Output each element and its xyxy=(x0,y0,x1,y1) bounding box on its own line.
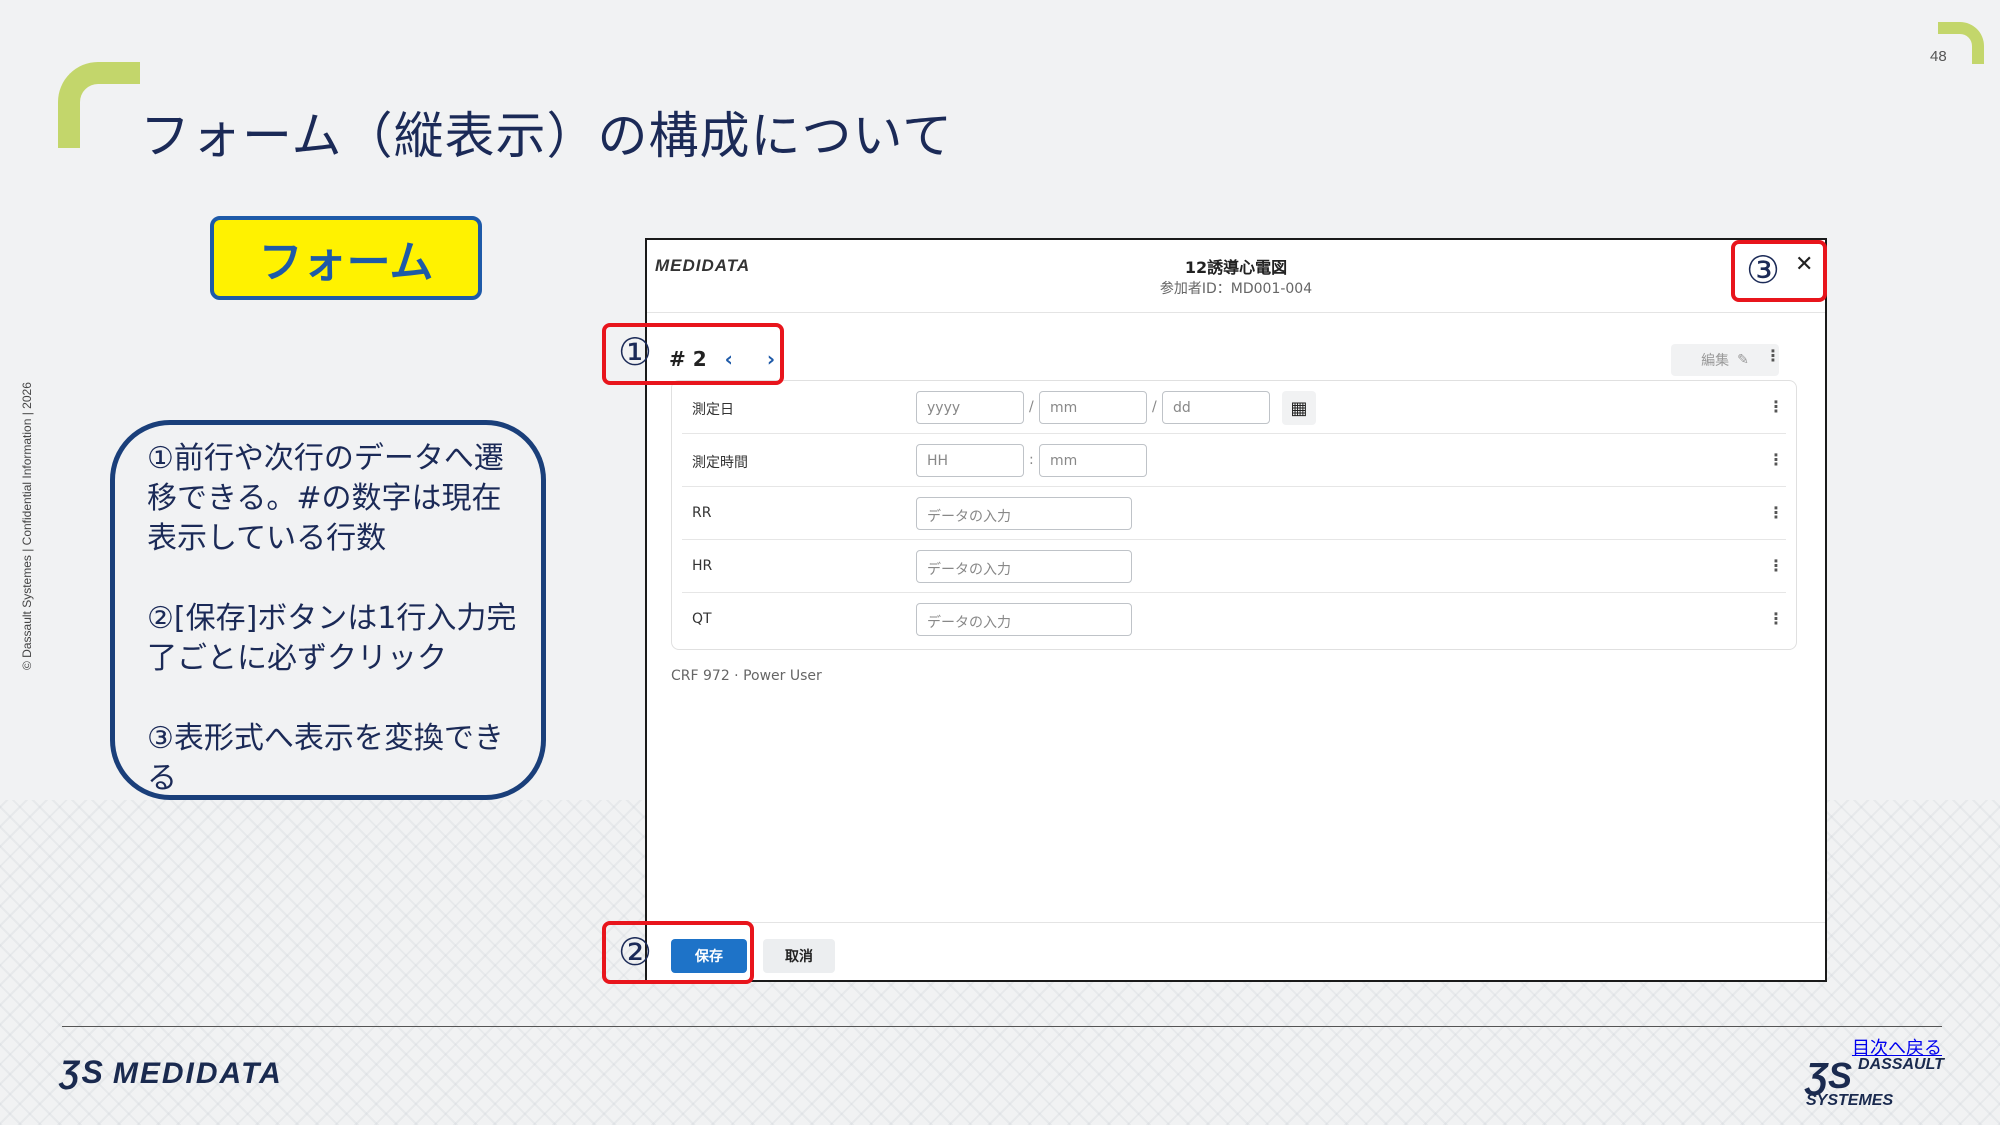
row-options-icon[interactable]: ⋮ xyxy=(1768,450,1784,469)
dialog-header: MEDIDATA 12誘導心電図 参加者ID：MD001-004 ✕ xyxy=(647,240,1825,313)
form-label-box: フォーム xyxy=(210,216,482,300)
footer-divider xyxy=(62,1026,1942,1027)
pencil-icon: ✎ xyxy=(1737,352,1749,368)
cancel-button[interactable]: 取消 xyxy=(763,939,835,973)
edit-label: 編集 xyxy=(1701,353,1730,369)
dialog-footer: 保存 取消 xyxy=(647,922,1825,983)
date-separator: / xyxy=(1152,399,1157,415)
page-number: 48 xyxy=(1930,48,1947,65)
field-row-qt: QT データの入力 ⋮ xyxy=(682,593,1786,646)
rr-input[interactable]: データの入力 xyxy=(916,497,1132,530)
more-options-icon[interactable]: ⋮ xyxy=(1765,346,1781,365)
qt-input[interactable]: データの入力 xyxy=(916,603,1132,636)
day-input[interactable]: dd xyxy=(1162,391,1270,424)
dassault-line1: DASSAULT xyxy=(1858,1056,1944,1073)
edit-button[interactable]: 編集 ✎ xyxy=(1671,344,1779,376)
ds-logo-icon: ƷS xyxy=(60,1054,105,1090)
field-row-date: 測定日 yyyy / mm / dd ▦ ⋮ xyxy=(682,381,1786,434)
time-separator: : xyxy=(1029,452,1034,468)
medidata-footer-logo: ƷS MEDIDATA xyxy=(60,1054,283,1091)
dassault-line2: SYSTEMES xyxy=(1806,1092,1894,1109)
minute-input[interactable]: mm xyxy=(1039,444,1147,477)
field-label: 測定時間 xyxy=(692,455,748,471)
corner-decoration-left xyxy=(58,62,140,148)
hr-input[interactable]: データの入力 xyxy=(916,550,1132,583)
field-label: RR xyxy=(692,505,712,521)
dassault-logo: ƷS DASSAULT SYSTEMES xyxy=(1806,1055,1944,1109)
callout-item-1: ①前行や次行のデータへ遷移できる。#の数字は現在表示している行数 xyxy=(147,441,504,556)
field-label: HR xyxy=(692,558,713,574)
copyright-notice: © Dassault Systemes | Confidential Infor… xyxy=(20,382,34,670)
row-options-icon[interactable]: ⋮ xyxy=(1768,397,1784,416)
calendar-icon[interactable]: ▦ xyxy=(1282,391,1316,425)
marker-1: ① xyxy=(618,330,653,374)
field-row-time: 測定時間 HH : mm ⋮ xyxy=(682,434,1786,487)
field-list: 測定日 yyyy / mm / dd ▦ ⋮ 測定時間 HH : mm ⋮ RR… xyxy=(671,380,1797,650)
row-options-icon[interactable]: ⋮ xyxy=(1768,503,1784,522)
explanation-callout: ①前行や次行のデータへ遷移できる。#の数字は現在表示している行数 ②[保存]ボタ… xyxy=(110,420,546,800)
ds-logo-icon: ƷS xyxy=(1806,1055,1853,1096)
field-row-rr: RR データの入力 ⋮ xyxy=(682,487,1786,540)
dialog-title: 12誘導心電図 xyxy=(1184,258,1288,277)
field-row-hr: HR データの入力 ⋮ xyxy=(682,540,1786,593)
medidata-wordmark: MEDIDATA xyxy=(112,1057,283,1090)
month-input[interactable]: mm xyxy=(1039,391,1147,424)
row-options-icon[interactable]: ⋮ xyxy=(1768,609,1784,628)
date-separator: / xyxy=(1029,399,1034,415)
year-input[interactable]: yyyy xyxy=(916,391,1024,424)
form-dialog: MEDIDATA 12誘導心電図 参加者ID：MD001-004 ✕ # 2 ‹… xyxy=(645,238,1827,982)
crf-info: CRF 972 · Power User xyxy=(671,668,822,684)
row-options-icon[interactable]: ⋮ xyxy=(1768,556,1784,575)
callout-item-3: ③表形式へ表示を変換できる xyxy=(147,721,504,796)
marker-2: ② xyxy=(618,930,653,974)
field-label: QT xyxy=(692,611,712,627)
hour-input[interactable]: HH xyxy=(916,444,1024,477)
slide-title: フォーム（縦表示）の構成について xyxy=(140,107,953,165)
marker-3: ③ xyxy=(1746,248,1781,292)
field-label: 測定日 xyxy=(692,402,734,418)
callout-item-2: ②[保存]ボタンは1行入力完了ごとに必ずクリック xyxy=(147,601,517,676)
participant-id: 参加者ID：MD001-004 xyxy=(1159,281,1313,297)
